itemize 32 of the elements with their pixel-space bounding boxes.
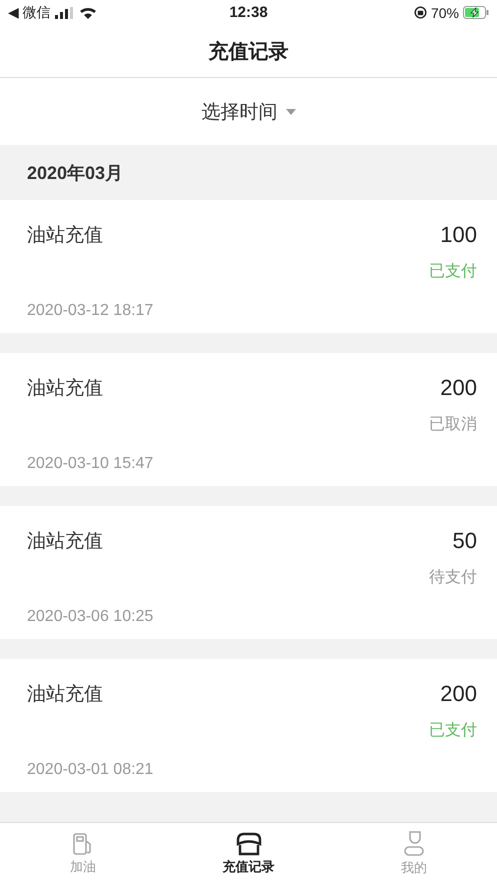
- back-to-app-label[interactable]: ◀ 微信: [8, 4, 51, 22]
- rotation-lock-icon: [414, 6, 427, 19]
- signal-icon: [54, 6, 75, 18]
- clock-time: 12:38: [229, 4, 268, 21]
- record-card[interactable]: 油站充值 50 待支付 2020-03-06 10:25: [0, 506, 497, 639]
- time-filter-dropdown[interactable]: 选择时间: [202, 98, 296, 124]
- record-status: 已支付: [429, 721, 477, 742]
- record-title: 油站充值: [27, 224, 104, 248]
- record-title: 油站充值: [27, 683, 104, 707]
- record-time: 2020-03-10 15:47: [27, 454, 154, 474]
- caret-icon: [286, 108, 296, 114]
- record-title: 油站充值: [27, 530, 104, 554]
- record-card[interactable]: 油站充值 200 已支付 2020-03-01 08:21: [0, 659, 497, 792]
- record-card[interactable]: 油站充值 200 已取消 2020-03-10 15:47: [0, 353, 497, 486]
- record-amount: 50: [452, 528, 477, 555]
- record-status: 已取消: [429, 415, 477, 436]
- record-amount: 200: [440, 375, 477, 402]
- record-time: 2020-03-06 10:25: [27, 606, 154, 627]
- record-title: 油站充值: [27, 377, 104, 401]
- tab-bar-item[interactable]: 充值记录: [166, 823, 332, 883]
- record-amount: 200: [440, 681, 477, 708]
- battery-charging-icon: [463, 6, 489, 19]
- record-status: 已支付: [429, 262, 477, 282]
- record-time: 2020-03-12 18:17: [27, 300, 154, 321]
- record-amount: 100: [440, 222, 477, 249]
- page-title: 充值记录: [208, 40, 288, 64]
- month-header: 2020年03月: [27, 162, 124, 184]
- record-status: 待支付: [429, 568, 477, 588]
- record-card[interactable]: 油站充值 100 已支付 2020-03-12 18:17: [0, 200, 497, 333]
- wifi-icon: [78, 6, 97, 19]
- battery-percent: 70%: [430, 4, 459, 20]
- record-time: 2020-03-01 08:21: [27, 760, 154, 780]
